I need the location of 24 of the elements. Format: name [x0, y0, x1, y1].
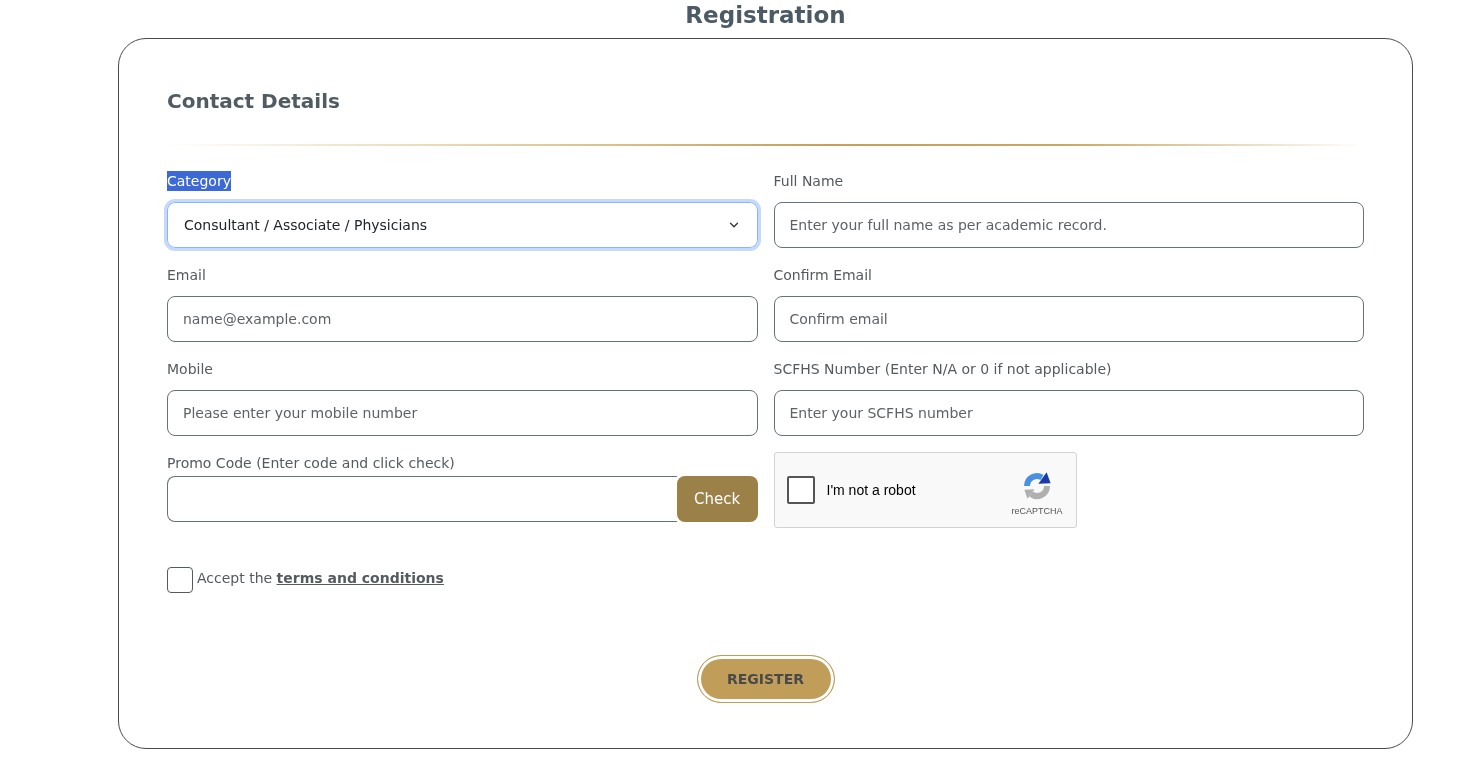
circular-arrows-icon — [1021, 470, 1053, 502]
field-label: Promo Code (Enter code and click check) — [167, 454, 455, 473]
page-title: Registration — [685, 1, 846, 29]
text-input-field[interactable]: Enter your SCFHS number — [773, 390, 1364, 436]
terms-text: Accept the terms and conditions — [197, 570, 444, 586]
field-label: Full Name — [773, 172, 844, 191]
text-input-field[interactable]: name@example.com — [167, 296, 758, 342]
promo-code-field[interactable] — [167, 476, 677, 522]
captcha-label: I'm not a robot — [826, 482, 917, 498]
section-title: Contact Details — [167, 88, 340, 115]
check-button[interactable]: Check — [676, 476, 758, 522]
text-input-field[interactable]: Enter your full name as per academic record. — [773, 202, 1364, 248]
field-label: Email — [167, 266, 206, 285]
robot-checkbox[interactable] — [786, 476, 815, 504]
text-input-field[interactable]: Please enter your mobile number — [167, 390, 758, 436]
field-label: SCFHS Number (Enter N/A or 0 if not applicable) — [773, 360, 1112, 379]
field-label: Confirm Email — [773, 266, 872, 285]
text-input-field[interactable]: Confirm email — [773, 296, 1364, 342]
category-select[interactable]: Consultant / Associate / Physicians — [164, 199, 761, 251]
field-label: Category — [167, 171, 231, 191]
captcha-brand-text: reCAPTCHA — [1011, 506, 1063, 516]
field-label: Mobile — [167, 360, 213, 379]
terms-link[interactable]: terms and conditions — [276, 570, 444, 586]
terms-checkbox[interactable] — [167, 567, 193, 593]
